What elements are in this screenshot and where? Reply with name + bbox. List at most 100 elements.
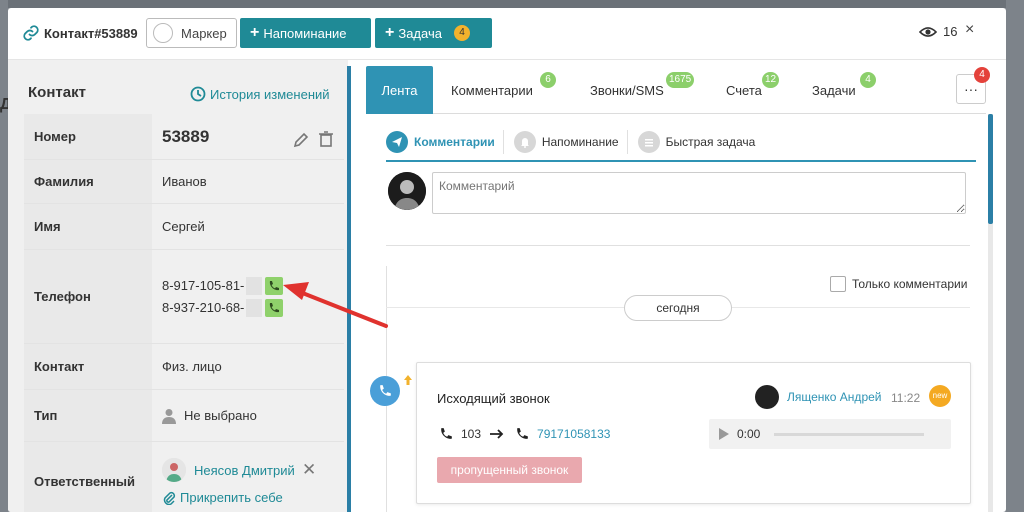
background-strip-top	[0, 0, 1024, 8]
task-count-badge: 4	[453, 25, 470, 41]
date-separator: сегодня	[624, 295, 732, 321]
panel-divider	[347, 66, 351, 512]
field-value-cell: 8-917-105-81- 8-937-210-68-	[152, 250, 344, 343]
player-time: 0:00	[737, 427, 761, 441]
field-value: Сергей	[152, 204, 344, 249]
phone-mask	[246, 276, 263, 295]
tab-count-badge: 1675	[666, 72, 695, 88]
subtab-label: Напоминание	[541, 135, 619, 149]
modal-title-text: Контакт#53889	[44, 25, 138, 41]
field-value: Физ. лицо	[152, 344, 344, 389]
comment-input[interactable]	[432, 172, 966, 214]
avatar	[162, 458, 186, 482]
phone-number: 8-937-210-68-	[162, 300, 245, 315]
avatar	[755, 385, 779, 409]
missed-call-badge: пропущенный звонок	[437, 457, 582, 483]
responsible-user[interactable]: Неясов Дмитрий	[162, 458, 295, 482]
edit-icon[interactable]	[292, 131, 310, 149]
add-task-button[interactable]: + Задача 4	[375, 18, 492, 48]
tab-count-badge: 4	[860, 72, 876, 88]
new-badge: new	[929, 385, 951, 407]
audio-player: 0:00	[709, 419, 951, 449]
bell-icon	[513, 131, 536, 153]
phone-icon	[270, 302, 280, 312]
subtab-label: Комментарии	[414, 135, 495, 149]
contact-heading: Контакт	[28, 84, 86, 101]
history-label: История изменений	[210, 86, 330, 102]
only-comments-filter[interactable]: Только комментарии	[830, 276, 967, 292]
tab-comments[interactable]: Комментарии	[451, 66, 533, 114]
field-label: Номер	[24, 114, 152, 159]
attach-to-self-link[interactable]: Прикрепить себе	[162, 490, 283, 505]
close-icon[interactable]: ×	[965, 21, 974, 39]
call-button[interactable]	[265, 298, 284, 317]
add-reminder-button[interactable]: + Напоминание	[240, 18, 371, 48]
player-progress-track[interactable]	[774, 432, 925, 436]
tab-label: Задачи	[812, 82, 856, 98]
event-time: 11:22	[891, 391, 921, 405]
views-count: 16	[943, 24, 958, 39]
play-icon[interactable]	[719, 428, 729, 440]
contact-modal: Контакт#53889 Маркер + Напоминание + Зад…	[8, 8, 1006, 512]
contact-fields: Номер 53889 Фамилия Иванов Имя Сергей Те…	[24, 114, 344, 512]
subtab-reminder[interactable]: Напоминание	[513, 130, 628, 154]
composer-subtabs: Комментарии Напоминание Быстрая задача	[386, 124, 976, 162]
history-link[interactable]: История изменений	[190, 86, 330, 102]
reminder-label: Напоминание	[263, 25, 347, 41]
event-title: Исходящий звонок	[437, 391, 550, 406]
field-label: Имя	[24, 204, 152, 249]
contact-number: 53889	[162, 126, 210, 146]
contact-details-panel: Контакт История изменений Номер 53889 Фа…	[8, 60, 348, 512]
remove-responsible-icon[interactable]: ✕	[302, 460, 316, 480]
field-row-surname: Фамилия Иванов	[24, 160, 344, 204]
tab-calls-sms[interactable]: Звонки/SMS	[590, 66, 664, 114]
call-event-icon	[370, 376, 400, 406]
field-value-cell: 53889	[152, 114, 344, 159]
link-icon	[23, 25, 39, 41]
type-value: Не выбрано	[184, 408, 257, 423]
phone-item: 8-917-105-81-	[162, 276, 284, 295]
feed-tabs: Лента Комментарии 6 Звонки/SMS 1675 Счет…	[366, 66, 990, 114]
task-label: Задача	[398, 25, 442, 41]
person-icon	[162, 408, 176, 424]
phone-mask	[246, 298, 263, 317]
modal-header: Контакт#53889 Маркер + Напоминание + Зад…	[8, 8, 1006, 60]
field-value: Иванов	[152, 160, 344, 203]
background-strip-right	[1006, 0, 1024, 512]
plus-icon: +	[250, 24, 260, 41]
phone-list: 8-917-105-81- 8-937-210-68-	[162, 276, 284, 317]
event-author[interactable]: Лященко Андрей	[755, 385, 882, 409]
subtab-comments[interactable]: Комментарии	[386, 130, 504, 154]
to-number-link[interactable]: 79171058133	[537, 427, 610, 441]
views-counter: 16	[919, 24, 957, 39]
clock-icon	[190, 86, 206, 102]
eye-icon	[919, 26, 937, 37]
tab-label: Счета	[726, 82, 762, 98]
call-route: 103 79171058133	[439, 427, 618, 441]
tab-tasks[interactable]: Задачи	[812, 66, 856, 114]
attach-label: Прикрепить себе	[180, 490, 283, 505]
marker-label: Маркер	[181, 25, 227, 41]
arrow-right-icon	[490, 429, 504, 439]
author-name: Лященко Андрей	[787, 390, 882, 404]
field-row-type: Тип Не выбрано	[24, 390, 344, 442]
send-icon	[386, 131, 408, 153]
field-label: Тип	[24, 390, 152, 441]
tab-label: Комментарии	[451, 82, 533, 98]
field-label: Ответственный	[24, 442, 152, 512]
responsible-name: Неясов Дмитрий	[194, 462, 295, 478]
only-comments-label: Только комментарии	[852, 277, 968, 291]
scrollbar-thumb[interactable]	[988, 114, 993, 224]
modal-title: Контакт#53889	[22, 24, 138, 42]
phone-icon	[270, 280, 280, 290]
call-button[interactable]	[265, 276, 284, 295]
subtab-quick-task[interactable]: Быстрая задача	[637, 130, 764, 154]
field-value-cell[interactable]: Не выбрано	[152, 390, 344, 441]
marker-button[interactable]: Маркер	[146, 18, 237, 48]
delete-icon[interactable]	[318, 130, 334, 148]
tab-feed[interactable]: Лента	[366, 66, 433, 114]
call-event-card: Исходящий звонок Лященко Андрей 11:22 ne…	[416, 362, 971, 504]
only-comments-checkbox[interactable]	[830, 276, 846, 292]
phone-icon	[441, 428, 452, 439]
tab-invoices[interactable]: Счета	[726, 66, 762, 114]
